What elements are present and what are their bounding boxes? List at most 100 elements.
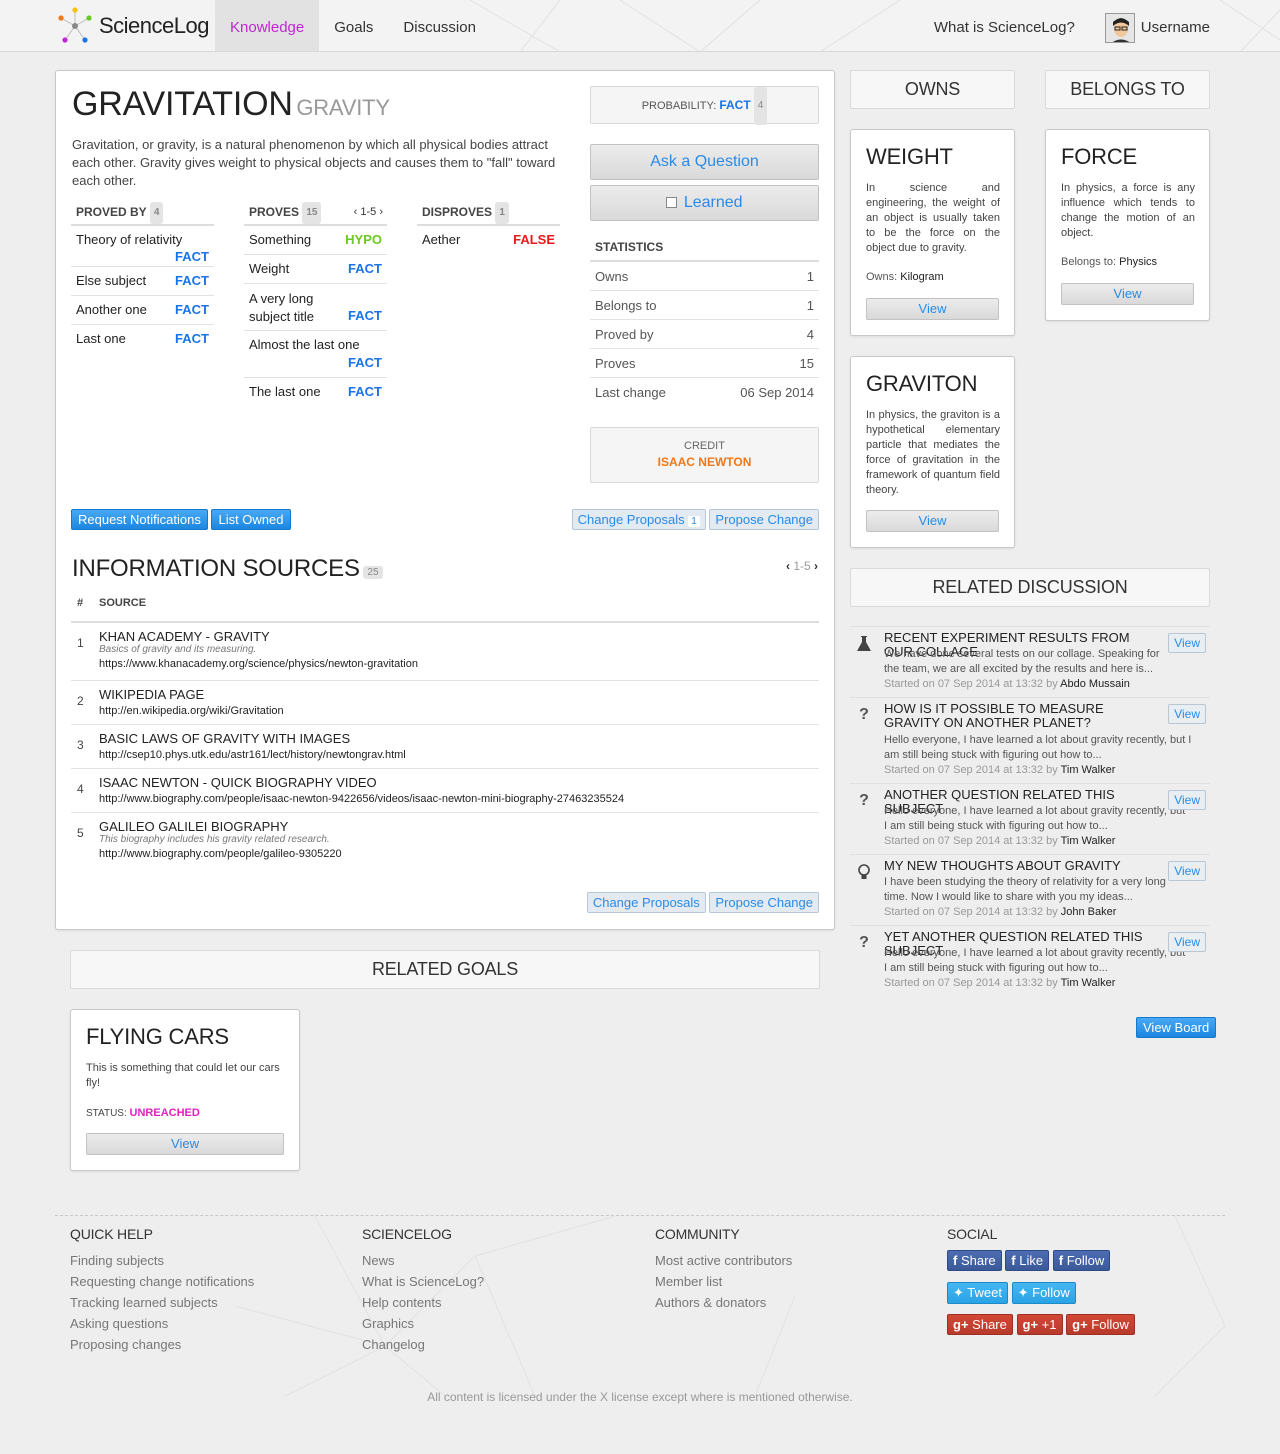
discussion-view-button[interactable]: View — [1168, 932, 1206, 952]
weight-view-button[interactable]: View — [866, 298, 999, 320]
gplus-share-button[interactable]: g+ Share — [947, 1314, 1013, 1335]
discussion-view-button[interactable]: View — [1168, 790, 1206, 810]
belongs-to-title: BELONGS TO — [1045, 70, 1210, 109]
list-item[interactable]: Something HYPO — [244, 226, 387, 255]
discussion-item[interactable]: MY NEW THOUGHTS ABOUT GRAVITY I have bee… — [850, 855, 1210, 926]
table-row[interactable]: 2 WIKIPEDIA PAGE http://en.wikipedia.org/… — [71, 681, 819, 725]
sources-count: 25 — [363, 566, 383, 580]
proves-column: PROVES 15 ‹ 1-5 › Something HYPO Weight FA… — [244, 202, 387, 407]
facebook-share-button[interactable]: f Share — [947, 1250, 1002, 1271]
footer-link[interactable]: Help contents — [362, 1292, 484, 1313]
footer-link[interactable]: News — [362, 1250, 484, 1271]
owns-card-graviton: GRAVITON In physics, the graviton is a h… — [850, 356, 1015, 548]
discussion-view-button[interactable]: View — [1168, 704, 1206, 724]
footer-link[interactable]: Member list — [655, 1271, 792, 1292]
disproves-count: 1 — [495, 202, 509, 224]
gplus-follow-button[interactable]: g+ Follow — [1066, 1314, 1135, 1335]
learned-button[interactable]: Learned — [590, 185, 819, 221]
discussion-view-button[interactable]: View — [1168, 633, 1206, 653]
user-area: What is ScienceLog? Username — [934, 0, 1210, 51]
footer-link[interactable]: Finding subjects — [70, 1250, 254, 1271]
discussion-item[interactable]: RECENT EXPERIMENT RESULTS FROM OUR COLLA… — [850, 627, 1210, 698]
gplus-plusone-button[interactable]: g+ +1 — [1016, 1314, 1063, 1335]
footer-link[interactable]: Requesting change notifications — [70, 1271, 254, 1292]
footer-link[interactable]: What is ScienceLog? — [362, 1271, 484, 1292]
list-item[interactable]: Last one FACT — [71, 325, 214, 354]
discussion-item[interactable]: ? ANOTHER QUESTION RELATED THIS SUBJECT … — [850, 784, 1210, 855]
username[interactable]: Username — [1141, 19, 1210, 36]
list-owned-button[interactable]: List Owned — [211, 509, 291, 530]
subject-actions-right: Change Proposals 1 Propose Change — [571, 509, 819, 530]
goal-card: FLYING CARS This is something that could… — [70, 1009, 300, 1171]
propose-change-button[interactable]: Propose Change — [709, 509, 819, 530]
footer-link[interactable]: Tracking learned subjects — [70, 1292, 254, 1313]
question-icon: ? — [859, 792, 869, 809]
force-view-button[interactable]: View — [1061, 283, 1194, 305]
footer-link[interactable]: Most active contributors — [655, 1250, 792, 1271]
list-item[interactable]: Aether FALSE — [417, 226, 560, 255]
goal-status: STATUS: UNREACHED — [86, 1107, 200, 1119]
sources-table-header: # SOURCE — [71, 597, 819, 623]
disproves-column: DISPROVES 1 Aether FALSE — [417, 202, 560, 255]
list-item[interactable]: Theory of relativity FACT — [71, 226, 214, 267]
goal-text: This is something that could let our car… — [86, 1062, 280, 1089]
discussion-view-button[interactable]: View — [1168, 861, 1206, 881]
logo[interactable]: ScienceLog — [55, 6, 209, 46]
goal-view-button[interactable]: View — [86, 1133, 284, 1155]
card-text: In physics, a force is any influence whi… — [1061, 182, 1195, 239]
discussion-item[interactable]: ? HOW IS IT POSSIBLE TO MEASURE GRAVITY … — [850, 698, 1210, 784]
footer-quick-help: QUICK HELP Finding subjects Requesting c… — [70, 1226, 254, 1355]
graviton-view-button[interactable]: View — [866, 510, 999, 532]
ask-question-button[interactable]: Ask a Question — [590, 144, 819, 180]
nav-goals[interactable]: Goals — [319, 0, 388, 51]
footer-link[interactable]: Proposing changes — [70, 1334, 254, 1355]
probability-value: FACT — [719, 98, 751, 112]
stat-row: Belongs to 1 — [590, 291, 819, 320]
list-item[interactable]: Almost the last one FACT — [244, 331, 387, 378]
facebook-icon: f — [953, 1253, 958, 1268]
discussion-item[interactable]: ? YET ANOTHER QUESTION RELATED THIS SUBJ… — [850, 926, 1210, 997]
nav-knowledge[interactable]: Knowledge — [215, 0, 320, 51]
list-item[interactable]: Weight FACT — [244, 255, 387, 284]
footer-social: SOCIAL f Share f Like f Follow ✦ Tweet ✦… — [947, 1226, 1135, 1346]
table-row[interactable]: 1 KHAN ACADEMY - GRAVITY Basics of gravit… — [71, 623, 819, 681]
change-proposals-button[interactable]: Change Proposals 1 — [571, 509, 706, 530]
credit-box: CREDIT ISAAC NEWTON — [590, 427, 819, 483]
change-proposals-count: 1 — [688, 516, 700, 527]
subject-card: GRAVITATION GRAVITY Gravitation, or grav… — [55, 70, 835, 930]
card-title: GRAVITON — [866, 371, 978, 396]
table-row[interactable]: 3 BASIC LAWS OF GRAVITY WITH IMAGES http:… — [71, 725, 819, 769]
facebook-follow-button[interactable]: f Follow — [1052, 1250, 1111, 1271]
goal-title: FLYING CARS — [86, 1024, 229, 1049]
footer-link[interactable]: Asking questions — [70, 1313, 254, 1334]
probability-box: PROBABILITY: FACT 4 — [590, 86, 819, 126]
list-item[interactable]: A very long subject title FACT — [244, 284, 387, 331]
footer-link[interactable]: Authors & donators — [655, 1292, 792, 1313]
nav-discussion[interactable]: Discussion — [388, 0, 491, 51]
sources-propose-change-button[interactable]: Propose Change — [709, 892, 819, 913]
twitter-icon: ✦ — [953, 1285, 964, 1300]
facebook-icon: f — [1011, 1253, 1016, 1268]
what-is-link[interactable]: What is ScienceLog? — [934, 19, 1075, 36]
sources-pager[interactable]: ‹ 1-5 › — [786, 559, 818, 573]
footer-link[interactable]: Changelog — [362, 1334, 484, 1355]
twitter-tweet-button[interactable]: ✦ Tweet — [947, 1282, 1008, 1304]
list-item[interactable]: The last one FACT — [244, 378, 387, 407]
card-text: In science and engineering, the weight o… — [866, 182, 1000, 254]
list-item[interactable]: Another one FACT — [71, 296, 214, 325]
view-board-button[interactable]: View Board — [1136, 1017, 1217, 1038]
table-row[interactable]: 5 GALILEO GALILEI BIOGRAPHY This biograph… — [71, 813, 819, 871]
twitter-follow-button[interactable]: ✦ Follow — [1011, 1282, 1076, 1304]
request-notifications-button[interactable]: Request Notifications — [71, 509, 208, 530]
table-row[interactable]: 4 ISAAC NEWTON - QUICK BIOGRAPHY VIDEO ht… — [71, 769, 819, 813]
statistics-header: STATISTICS — [590, 235, 819, 262]
proves-pager[interactable]: ‹ 1-5 › — [354, 202, 383, 222]
list-item[interactable]: Else subject FACT — [71, 267, 214, 296]
card-meta: Owns: Kilogram — [866, 271, 944, 283]
sources-change-proposals-button[interactable]: Change Proposals — [586, 892, 706, 913]
footer-link[interactable]: Graphics — [362, 1313, 484, 1334]
credit-name[interactable]: ISAAC NEWTON — [591, 455, 818, 469]
facebook-like-button[interactable]: f Like — [1005, 1250, 1050, 1271]
avatar[interactable] — [1104, 12, 1135, 43]
page-title: GRAVITATION GRAVITY — [72, 85, 390, 124]
